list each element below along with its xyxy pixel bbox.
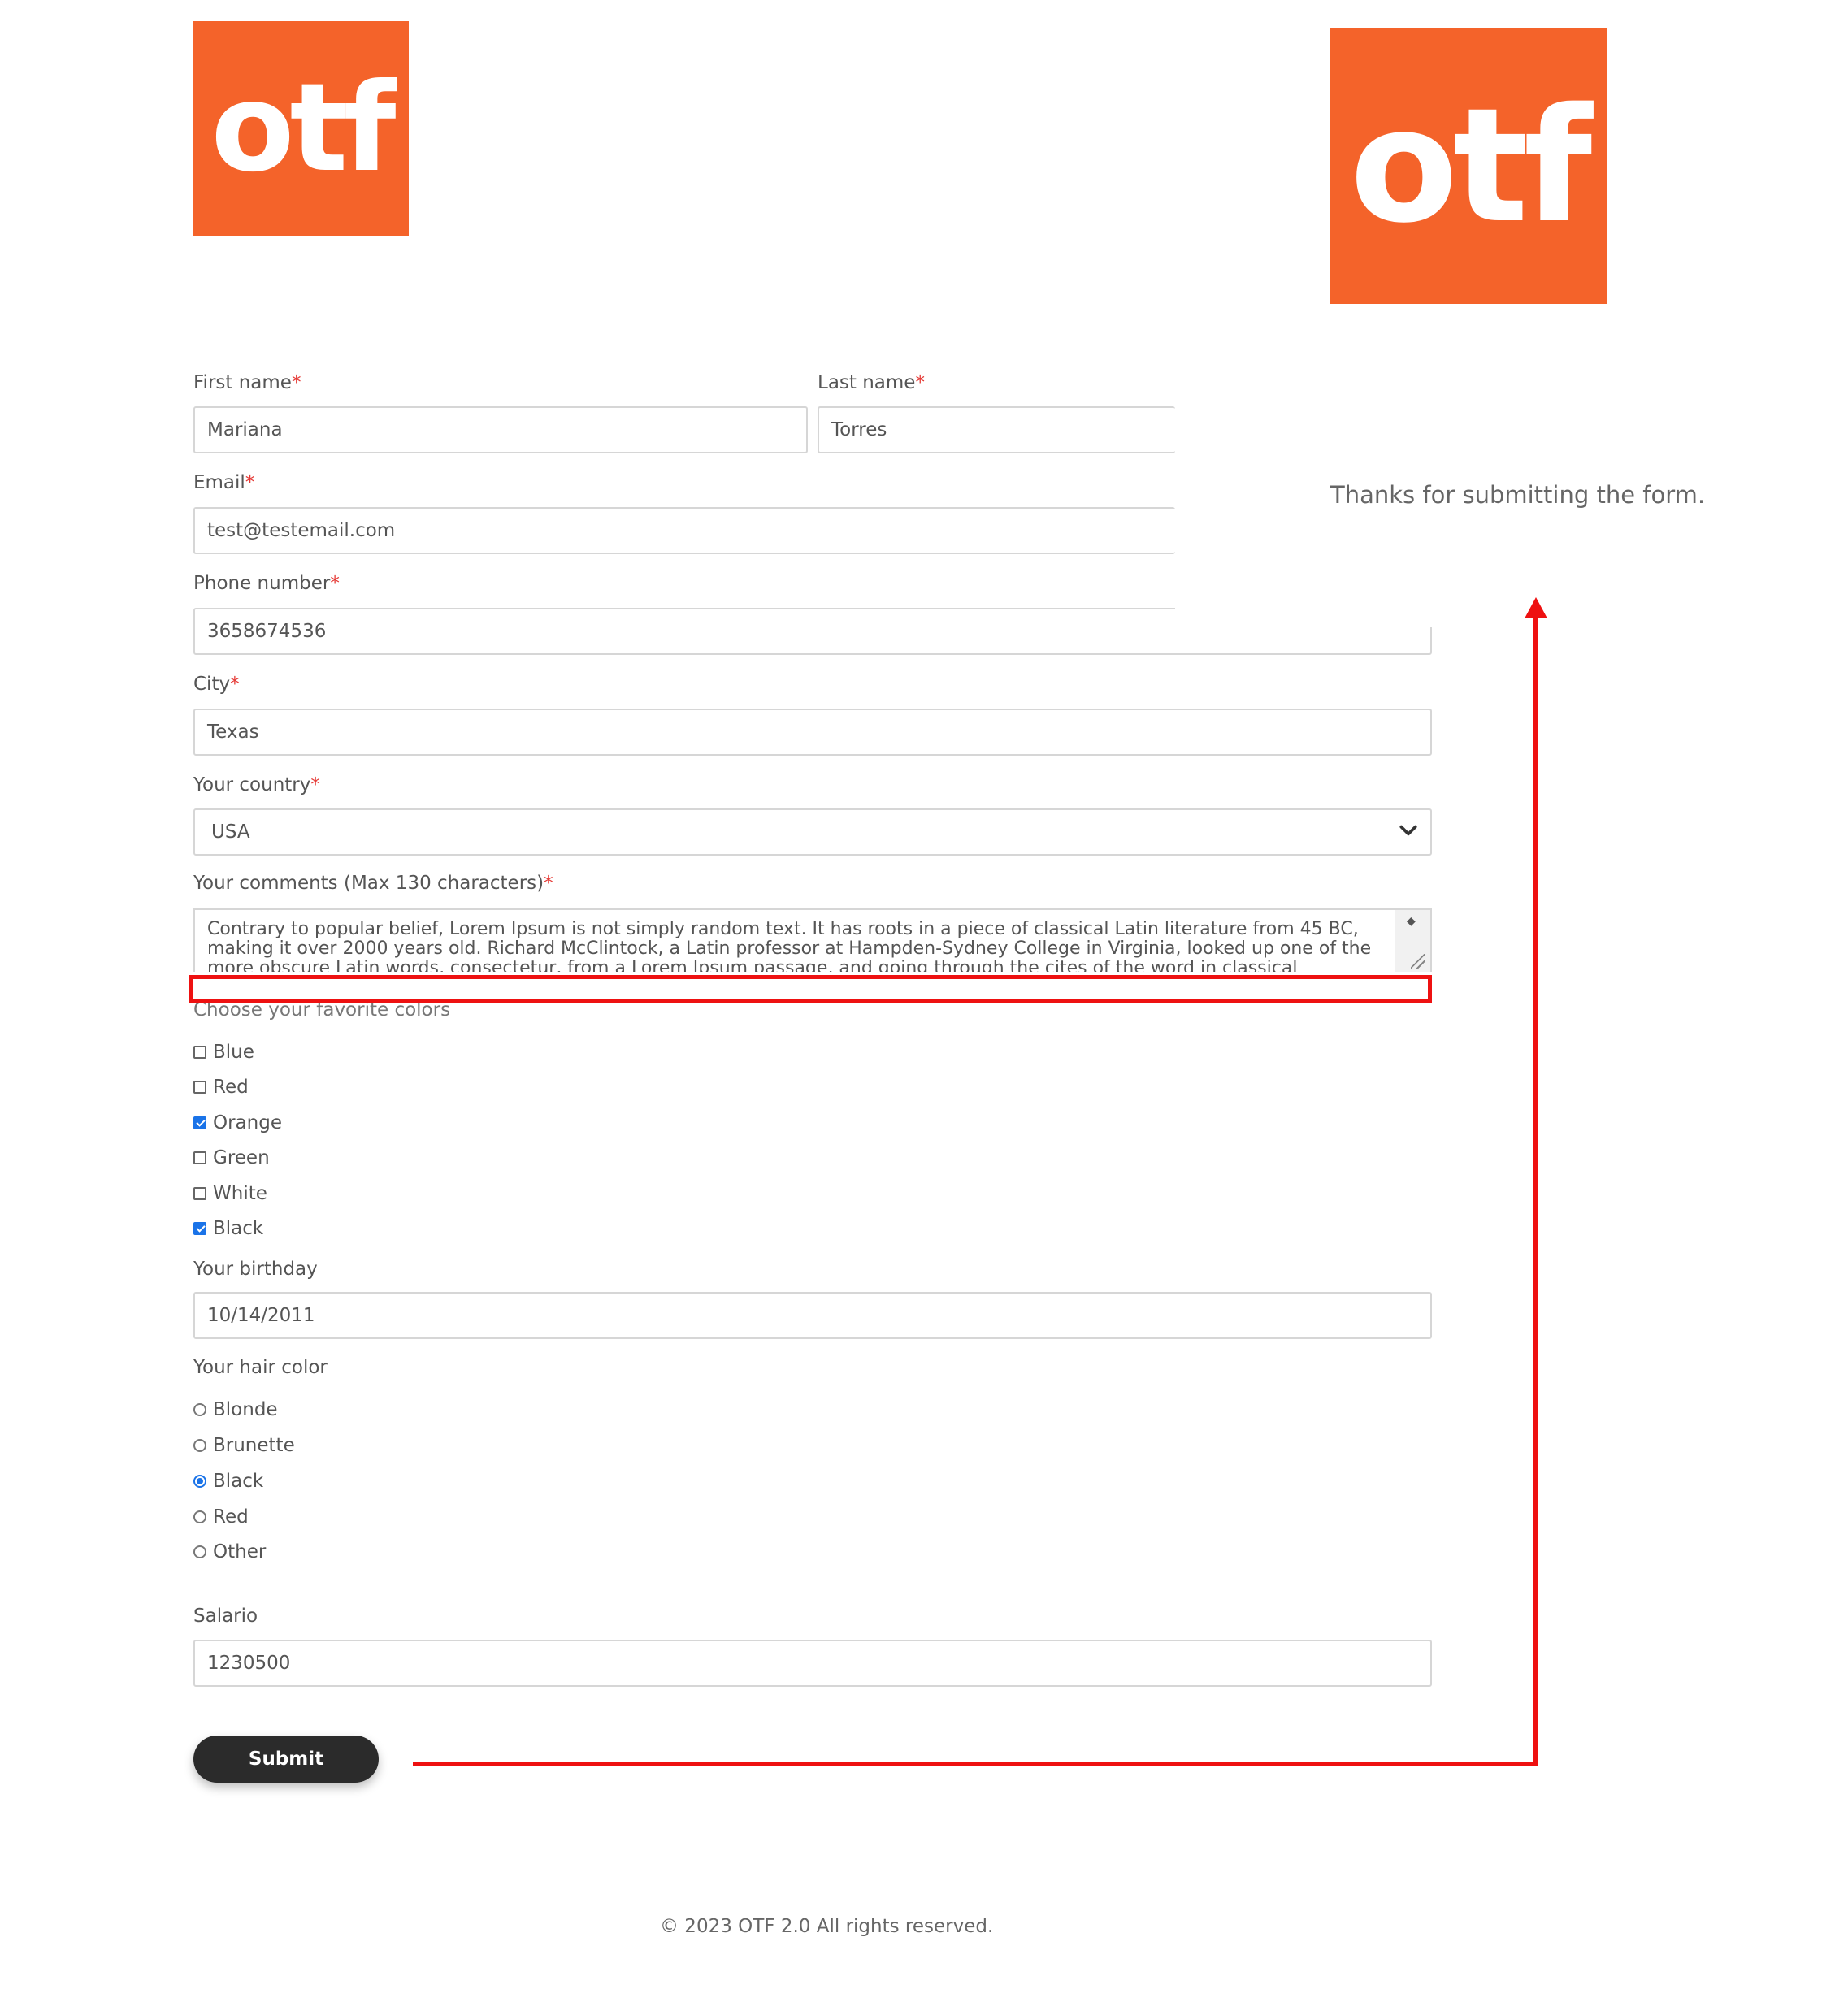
color-option-white[interactable]: White xyxy=(193,1183,267,1204)
option-label: Blonde xyxy=(213,1399,278,1420)
color-option-green[interactable]: Green xyxy=(193,1147,270,1168)
salary-input[interactable]: 1230500 xyxy=(193,1640,1432,1687)
email-input[interactable]: test@testemail.com xyxy=(193,507,1175,554)
radio-button[interactable] xyxy=(193,1545,206,1558)
logo-text: otf xyxy=(210,58,396,199)
first-name-value: Mariana xyxy=(207,419,283,440)
radio-button[interactable] xyxy=(193,1403,206,1416)
hair-label: Your hair color xyxy=(193,1357,328,1378)
option-label: Orange xyxy=(213,1112,282,1133)
radio-button[interactable] xyxy=(193,1510,206,1523)
color-option-orange[interactable]: Orange xyxy=(193,1112,282,1133)
phone-value: 3658674536 xyxy=(207,621,327,642)
option-label: Blue xyxy=(213,1042,254,1063)
hair-option-brunette[interactable]: Brunette xyxy=(193,1435,295,1456)
checkbox[interactable] xyxy=(193,1081,206,1094)
salary-value: 1230500 xyxy=(207,1653,291,1674)
email-value: test@testemail.com xyxy=(207,520,396,541)
option-label: Black xyxy=(213,1471,264,1492)
resize-grip-icon[interactable] xyxy=(1411,954,1425,969)
radio-button[interactable] xyxy=(193,1439,206,1452)
first-name-input[interactable]: Mariana xyxy=(193,406,808,453)
textarea-scrollbar[interactable]: ◆ xyxy=(1395,910,1430,972)
otf-logo-confirmation: otf xyxy=(1330,28,1607,304)
option-label: Other xyxy=(213,1541,267,1562)
option-label: Red xyxy=(213,1506,249,1528)
checkbox-checked[interactable] xyxy=(193,1222,206,1235)
last-name-label: Last name* xyxy=(818,372,925,393)
first-name-label: First name* xyxy=(193,372,301,393)
birthday-value: 10/14/2011 xyxy=(207,1305,315,1326)
logo-text: otf xyxy=(1349,74,1592,258)
city-label: City* xyxy=(193,674,240,695)
submit-button[interactable]: Submit xyxy=(193,1736,379,1783)
color-option-blue[interactable]: Blue xyxy=(193,1042,254,1063)
annotation-highlight-box xyxy=(189,975,1432,1003)
option-label: Brunette xyxy=(213,1435,295,1456)
checkbox[interactable] xyxy=(193,1046,206,1059)
comments-textarea[interactable]: Contrary to popular belief, Lorem Ipsum … xyxy=(193,908,1432,972)
option-label: Red xyxy=(213,1077,249,1098)
checkbox[interactable] xyxy=(193,1187,206,1200)
option-label: White xyxy=(213,1183,267,1204)
otf-logo: otf xyxy=(193,21,409,236)
color-option-red[interactable]: Red xyxy=(193,1077,249,1098)
checkbox-checked[interactable] xyxy=(193,1116,206,1129)
email-label: Email* xyxy=(193,472,255,493)
annotation-line-vertical xyxy=(1533,616,1538,1766)
country-select[interactable]: USA xyxy=(193,808,1432,856)
last-name-input[interactable]: Torres xyxy=(818,406,1175,453)
city-value: Texas xyxy=(207,722,259,743)
birthday-label: Your birthday xyxy=(193,1259,318,1280)
country-value: USA xyxy=(211,821,250,843)
checkbox[interactable] xyxy=(193,1151,206,1164)
birthday-input[interactable]: 10/14/2011 xyxy=(193,1292,1432,1339)
annotation-line-horizontal xyxy=(413,1762,1538,1766)
confirmation-message: Thanks for submitting the form. xyxy=(1330,481,1706,509)
radio-button-selected[interactable] xyxy=(193,1475,206,1488)
country-label: Your country* xyxy=(193,774,320,795)
option-label: Black xyxy=(213,1218,264,1239)
hair-option-blonde[interactable]: Blonde xyxy=(193,1399,278,1420)
chevron-down-icon xyxy=(1399,825,1417,836)
comments-label: Your comments (Max 130 characters)* xyxy=(193,873,553,894)
phone-label: Phone number* xyxy=(193,573,340,594)
color-option-black[interactable]: Black xyxy=(193,1218,263,1239)
option-label: Green xyxy=(213,1147,270,1168)
comments-value: Contrary to popular belief, Lorem Ipsum … xyxy=(207,919,1372,973)
salary-label: Salario xyxy=(193,1606,258,1627)
footer-copyright: © 2023 OTF 2.0 All rights reserved. xyxy=(660,1916,994,1937)
overlay-mask xyxy=(1175,608,1432,627)
last-name-value: Torres xyxy=(831,419,887,440)
city-input[interactable]: Texas xyxy=(193,709,1432,756)
scroll-up-icon[interactable]: ◆ xyxy=(1407,915,1416,928)
hair-option-black[interactable]: Black xyxy=(193,1471,263,1492)
hair-option-red[interactable]: Red xyxy=(193,1506,249,1528)
annotation-arrow-icon xyxy=(1525,597,1547,618)
hair-option-other[interactable]: Other xyxy=(193,1541,266,1562)
